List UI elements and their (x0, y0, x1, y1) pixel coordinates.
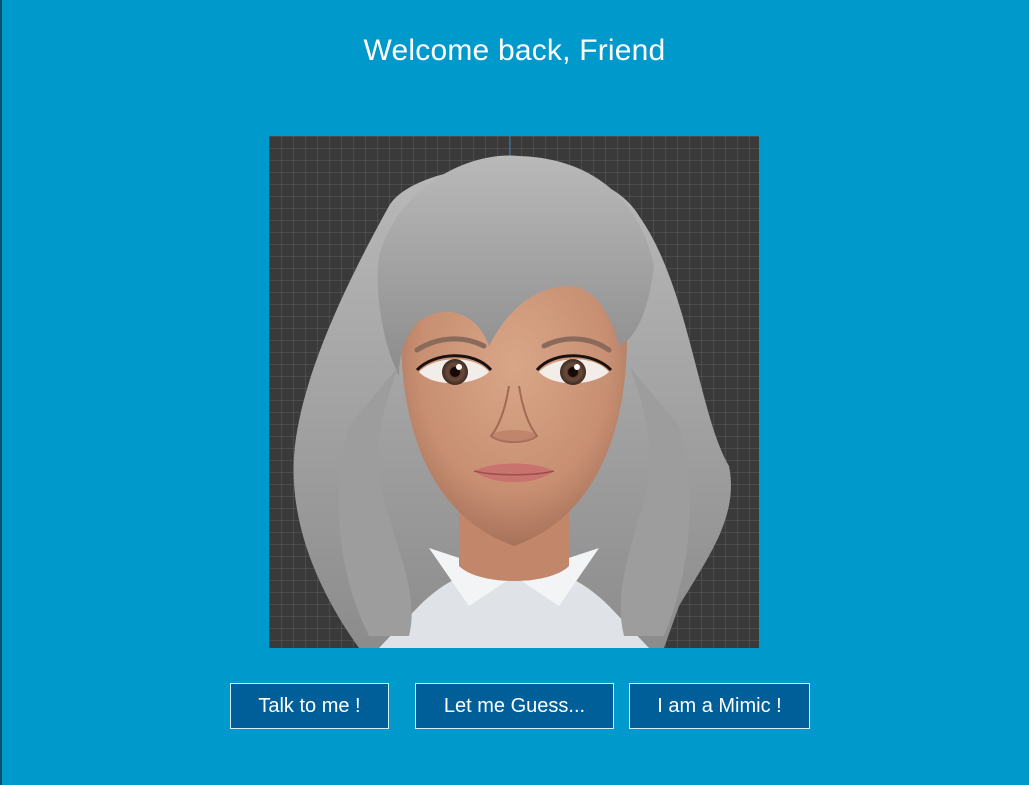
window-edge (0, 0, 2, 785)
avatar-portrait-icon (293, 136, 731, 648)
let-me-guess-button[interactable]: Let me Guess... (415, 683, 614, 729)
avatar-viewport (269, 136, 759, 648)
talk-to-me-button[interactable]: Talk to me ! (230, 683, 389, 729)
page-title: Welcome back, Friend (363, 34, 666, 67)
i-am-a-mimic-button[interactable]: I am a Mimic ! (629, 683, 810, 729)
